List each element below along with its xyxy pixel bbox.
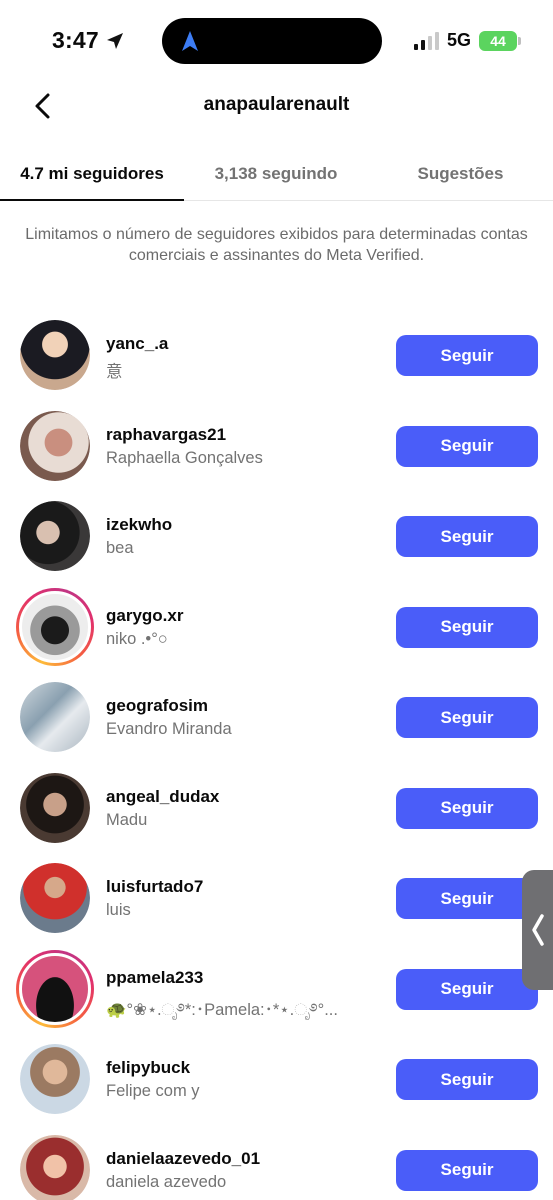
follower-row[interactable]: geografosim Evandro Miranda Seguir <box>0 680 553 771</box>
status-bar: 3:47 5G 44 <box>0 0 553 82</box>
tab-following[interactable]: 3,138 seguindo <box>184 150 368 198</box>
tab-bar: 4.7 mi seguidores 3,138 seguindo Sugestõ… <box>0 150 553 201</box>
follower-row[interactable]: angeal_dudax Madu Seguir <box>0 771 553 862</box>
side-panel-handle[interactable] <box>522 870 553 990</box>
follow-button[interactable]: Seguir <box>396 968 538 1010</box>
follower-fullname: Raphaella Gonçalves <box>106 448 263 467</box>
avatar[interactable] <box>20 863 90 933</box>
page-title: anapaularenault <box>203 94 350 115</box>
follower-username[interactable]: felipybuck <box>106 1058 190 1078</box>
avatar-image <box>20 863 90 933</box>
avatar[interactable] <box>20 682 90 752</box>
avatar-story-ring[interactable] <box>16 587 94 666</box>
follower-row[interactable]: luisfurtado7 luis Seguir <box>0 861 553 952</box>
avatar[interactable] <box>20 410 90 481</box>
follower-fullname: 意 <box>106 363 123 381</box>
navigation-icon <box>182 31 198 51</box>
follower-fullname: niko .•°○ <box>106 629 168 648</box>
header: anapaularenault <box>0 82 553 130</box>
signal-icon <box>413 31 439 50</box>
follower-fullname: daniela azevedo <box>106 1172 227 1191</box>
follower-username[interactable]: danielaazevedo_01 <box>106 1149 260 1169</box>
follow-button[interactable]: Seguir <box>396 425 538 467</box>
follow-button[interactable]: Seguir <box>396 516 538 557</box>
follower-row[interactable]: felipybuck Felipe com y Seguir <box>0 1042 553 1133</box>
avatar-image <box>20 772 90 843</box>
follower-username[interactable]: yanc_.a <box>106 334 168 354</box>
follow-button[interactable]: Seguir <box>396 697 538 738</box>
dynamic-island <box>162 18 382 64</box>
network-label: 5G <box>446 30 471 50</box>
follower-row[interactable]: garygo.xr niko .•°○ Seguir <box>0 587 553 681</box>
follower-fullname: Felipe com y <box>106 1082 200 1100</box>
follower-row[interactable]: yanc_.a 意 Seguir <box>0 318 553 409</box>
avatar-image <box>20 501 90 571</box>
avatar-image <box>20 410 90 481</box>
avatar[interactable] <box>20 1044 90 1114</box>
follower-row[interactable]: ppamela233 🐢°❀⋆.ೃ࿔*:･Pamela:･*⋆.ೃ࿔°... Seg… <box>0 949 553 1043</box>
location-arrow-icon <box>106 32 123 49</box>
tab-suggestions[interactable]: Sugestões <box>368 150 553 198</box>
avatar-image <box>19 952 91 1025</box>
avatar-image <box>19 590 91 663</box>
chevron-left-icon <box>531 914 544 946</box>
follow-button[interactable]: Seguir <box>396 335 538 376</box>
follower-username[interactable]: izekwho <box>106 515 172 535</box>
follow-button[interactable]: Seguir <box>396 1059 538 1100</box>
avatar[interactable] <box>20 1134 90 1200</box>
follower-username[interactable]: raphavargas21 <box>106 425 226 445</box>
info-notice: Limitamos o número de seguidores exibido… <box>25 226 528 264</box>
battery-icon: 44 <box>479 30 521 51</box>
follow-button[interactable]: Seguir <box>396 878 538 919</box>
status-time: 3:47 <box>52 27 125 54</box>
follower-fullname: Madu <box>106 810 148 829</box>
follower-username[interactable]: geografosim <box>106 696 208 716</box>
follower-username[interactable]: ppamela233 <box>106 968 203 988</box>
follower-row[interactable]: izekwho bea Seguir <box>0 499 553 590</box>
follower-row[interactable]: danielaazevedo_01daniela azevedo Seguir <box>0 1133 553 1200</box>
avatar[interactable] <box>20 501 90 571</box>
follower-username[interactable]: angeal_dudax <box>106 787 219 807</box>
avatar-story-ring[interactable] <box>16 949 94 1028</box>
tab-followers[interactable]: 4.7 mi seguidores <box>0 150 184 201</box>
follow-button[interactable]: Seguir <box>396 1149 538 1191</box>
followers-list: yanc_.a 意 Seguir raphavargas21 Raphaella Gon… <box>0 318 553 1200</box>
battery-level: 44 <box>490 32 506 49</box>
avatar[interactable] <box>20 320 90 390</box>
follower-fullname: luis <box>106 901 131 919</box>
follower-username[interactable]: garygo.xr <box>106 606 183 626</box>
follower-fullname: bea <box>106 539 134 557</box>
avatar-image <box>20 1134 90 1200</box>
follower-row[interactable]: raphavargas21 Raphaella Gonçalves Seguir <box>0 409 553 500</box>
avatar[interactable] <box>20 772 90 843</box>
follow-button[interactable]: Seguir <box>396 787 538 829</box>
follower-fullname: Evandro Miranda <box>106 720 232 738</box>
avatar-image <box>20 1044 90 1114</box>
follower-username[interactable]: luisfurtado7 <box>106 877 203 897</box>
follower-fullname: 🐢°❀⋆.ೃ࿔*:･Pamela:･*⋆.ೃ࿔°... <box>106 1000 338 1019</box>
clock-text: 3:47 <box>52 27 99 53</box>
avatar-image <box>20 682 90 752</box>
avatar-image <box>20 320 90 390</box>
follow-button[interactable]: Seguir <box>396 606 538 648</box>
status-indicators: 5G 44 <box>413 30 521 51</box>
